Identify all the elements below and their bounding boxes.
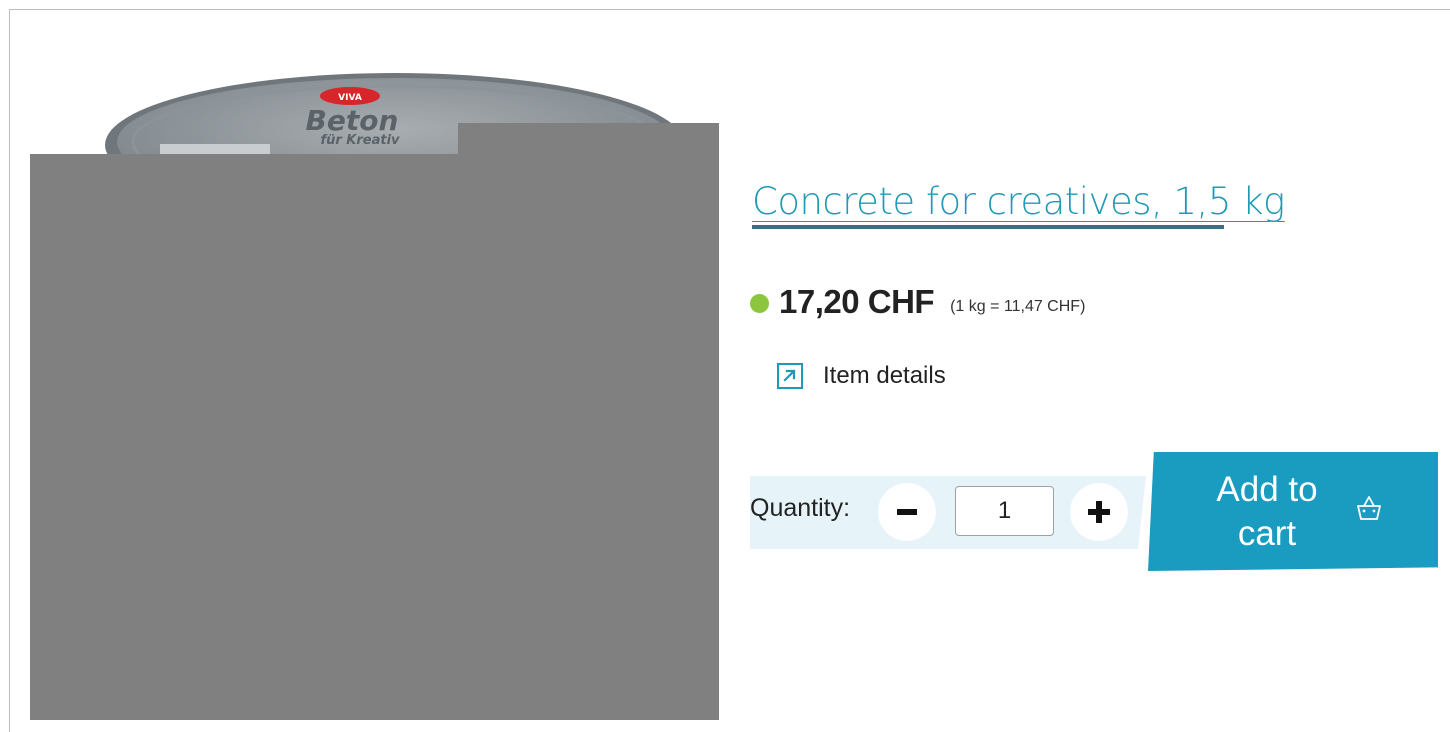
add-to-cart-label-line2: cart	[1237, 514, 1297, 553]
quantity-label: Quantity:	[750, 494, 851, 522]
quantity-decrease-button[interactable]	[878, 483, 936, 541]
price-row: 17,20 CHF (1 kg = 11,47 CHF)	[750, 282, 1085, 322]
unit-price: (1 kg = 11,47 CHF)	[950, 298, 1086, 315]
product-label-subtitle: für Kreativ	[320, 133, 400, 148]
item-details-link[interactable]: Item details	[777, 362, 946, 390]
external-arrow-icon	[777, 363, 803, 389]
image-placeholder-tab	[458, 123, 719, 155]
title-accent-underline	[752, 225, 1224, 229]
product-price: 17,20 CHF	[779, 283, 935, 320]
basket-icon[interactable]	[1353, 493, 1385, 525]
quantity-increase-button[interactable]	[1070, 483, 1128, 541]
plus-icon	[1088, 501, 1110, 523]
add-to-cart-label[interactable]: Add to cart	[1192, 468, 1342, 556]
item-details-label: Item details	[823, 362, 946, 389]
product-title[interactable]: Concrete for creatives, 1,5 kg	[752, 180, 1285, 223]
add-to-cart-label-line1: Add to	[1216, 470, 1318, 509]
image-placeholder	[30, 154, 719, 720]
stock-status-dot	[750, 293, 769, 313]
quantity-input[interactable]	[955, 486, 1054, 536]
logo-text: VIVA	[338, 93, 362, 103]
product-image[interactable]: VIVA Beton für Kreativ	[30, 30, 719, 720]
minus-icon	[897, 509, 917, 515]
